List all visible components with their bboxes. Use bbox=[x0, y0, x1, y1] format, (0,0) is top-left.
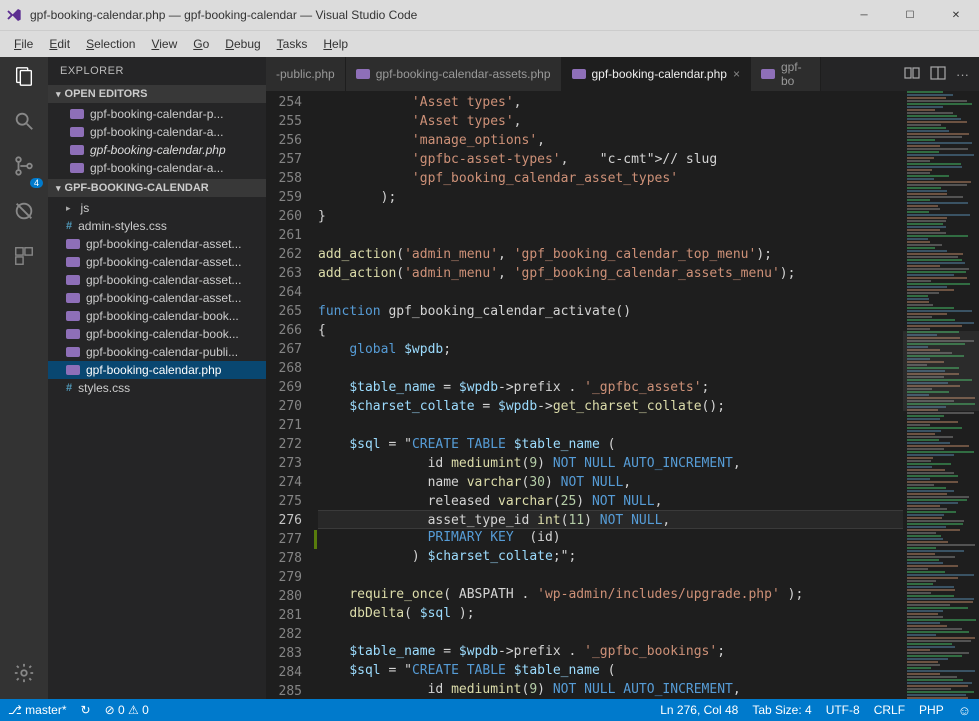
settings-gear-icon[interactable] bbox=[13, 662, 35, 689]
editor-tab[interactable]: gpf-bo bbox=[751, 57, 821, 91]
file-item[interactable]: gpf-booking-calendar-book... bbox=[48, 307, 266, 325]
eol[interactable]: CRLF bbox=[874, 703, 905, 718]
window-close-button[interactable]: ✕ bbox=[933, 0, 979, 30]
menu-go[interactable]: Go bbox=[185, 37, 217, 51]
menu-debug[interactable]: Debug bbox=[217, 37, 268, 51]
more-actions-icon[interactable]: ··· bbox=[956, 67, 969, 82]
php-icon bbox=[70, 109, 84, 119]
sidebar-title: EXPLORER bbox=[48, 57, 266, 85]
menu-help[interactable]: Help bbox=[315, 37, 356, 51]
file-item[interactable]: gpf-booking-calendar-publi... bbox=[48, 343, 266, 361]
scm-badge: 4 bbox=[30, 178, 43, 188]
extensions-icon[interactable] bbox=[13, 245, 35, 272]
compare-changes-icon[interactable] bbox=[904, 65, 920, 84]
minimap[interactable] bbox=[903, 91, 979, 699]
file-item[interactable]: gpf-booking-calendar-asset... bbox=[48, 253, 266, 271]
file-item[interactable]: #styles.css bbox=[48, 379, 266, 397]
indentation[interactable]: Tab Size: 4 bbox=[752, 703, 811, 718]
minimap-viewport[interactable] bbox=[903, 331, 979, 411]
git-sync-icon[interactable]: ↻ bbox=[81, 703, 91, 717]
menu-edit[interactable]: Edit bbox=[41, 37, 78, 51]
activity-bar: 4 bbox=[0, 57, 48, 699]
open-editor-item[interactable]: gpf-booking-calendar-a... bbox=[48, 123, 266, 141]
menubar: File Edit Selection View Go Debug Tasks … bbox=[0, 30, 979, 57]
file-item[interactable]: #admin-styles.css bbox=[48, 217, 266, 235]
git-branch[interactable]: ⎇ master* bbox=[8, 703, 67, 717]
editor-tab-active[interactable]: gpf-booking-calendar.php× bbox=[562, 57, 751, 91]
problems[interactable]: ⊘ 0 ⚠ 0 bbox=[105, 703, 149, 717]
css-icon: # bbox=[66, 220, 72, 232]
php-icon bbox=[66, 257, 80, 267]
encoding[interactable]: UTF-8 bbox=[826, 703, 860, 718]
css-icon: # bbox=[66, 382, 72, 394]
debug-icon[interactable] bbox=[13, 200, 35, 227]
feedback-icon[interactable]: ☺ bbox=[958, 703, 971, 718]
menu-file[interactable]: File bbox=[6, 37, 41, 51]
language-mode[interactable]: PHP bbox=[919, 703, 944, 718]
php-icon bbox=[70, 145, 84, 155]
explorer-icon[interactable] bbox=[13, 65, 35, 92]
split-editor-icon[interactable] bbox=[930, 65, 946, 84]
php-icon bbox=[356, 69, 370, 79]
file-item[interactable]: gpf-booking-calendar-asset... bbox=[48, 289, 266, 307]
php-icon bbox=[66, 239, 80, 249]
php-icon bbox=[70, 163, 84, 173]
php-icon bbox=[66, 293, 80, 303]
close-icon[interactable]: × bbox=[733, 67, 740, 81]
cursor-position[interactable]: Ln 276, Col 48 bbox=[660, 703, 738, 718]
menu-tasks[interactable]: Tasks bbox=[269, 37, 316, 51]
menu-view[interactable]: View bbox=[143, 37, 185, 51]
php-icon bbox=[66, 329, 80, 339]
file-item[interactable]: gpf-booking-calendar.php bbox=[48, 361, 266, 379]
file-tree: js#admin-styles.cssgpf-booking-calendar-… bbox=[48, 197, 266, 399]
php-icon bbox=[66, 365, 80, 375]
php-icon bbox=[66, 311, 80, 321]
line-gutter: 2542552562572582592602612622632642652662… bbox=[266, 91, 318, 699]
open-editor-item[interactable]: gpf-booking-calendar-p... bbox=[48, 105, 266, 123]
window-minimize-button[interactable]: ─ bbox=[841, 0, 887, 30]
window-maximize-button[interactable]: ☐ bbox=[887, 0, 933, 30]
source-control-icon[interactable]: 4 bbox=[13, 155, 35, 182]
open-editor-item-active[interactable]: gpf-booking-calendar.php bbox=[48, 141, 266, 159]
menu-selection[interactable]: Selection bbox=[78, 37, 143, 51]
file-item[interactable]: gpf-booking-calendar-asset... bbox=[48, 235, 266, 253]
editor-tab[interactable]: -public.php bbox=[266, 57, 346, 91]
editor-area: -public.php gpf-booking-calendar-assets.… bbox=[266, 57, 979, 699]
sidebar: EXPLORER OPEN EDITORS gpf-booking-calend… bbox=[48, 57, 266, 699]
php-icon bbox=[66, 347, 80, 357]
status-bar: ⎇ master* ↻ ⊘ 0 ⚠ 0 Ln 276, Col 48 Tab S… bbox=[0, 699, 979, 721]
code-editor[interactable]: 'Asset types', 'Asset types', 'manage_op… bbox=[318, 91, 903, 699]
php-icon bbox=[572, 69, 586, 79]
search-icon[interactable] bbox=[13, 110, 35, 137]
file-item[interactable]: gpf-booking-calendar-book... bbox=[48, 325, 266, 343]
php-icon bbox=[761, 69, 775, 79]
file-item[interactable]: gpf-booking-calendar-asset... bbox=[48, 271, 266, 289]
open-editors-header[interactable]: OPEN EDITORS bbox=[48, 85, 266, 103]
editor-tab[interactable]: gpf-booking-calendar-assets.php bbox=[346, 57, 562, 91]
folder-header[interactable]: GPF-BOOKING-CALENDAR bbox=[48, 179, 266, 197]
editor-tabs: -public.php gpf-booking-calendar-assets.… bbox=[266, 57, 979, 91]
vscode-logo-icon bbox=[6, 7, 22, 23]
php-icon bbox=[66, 275, 80, 285]
window-titlebar: gpf-booking-calendar.php — gpf-booking-c… bbox=[0, 0, 979, 30]
window-title: gpf-booking-calendar.php — gpf-booking-c… bbox=[30, 8, 841, 22]
open-editors-list: gpf-booking-calendar-p... gpf-booking-ca… bbox=[48, 103, 266, 179]
folder-item[interactable]: js bbox=[48, 199, 266, 217]
open-editor-item[interactable]: gpf-booking-calendar-a... bbox=[48, 159, 266, 177]
php-icon bbox=[70, 127, 84, 137]
